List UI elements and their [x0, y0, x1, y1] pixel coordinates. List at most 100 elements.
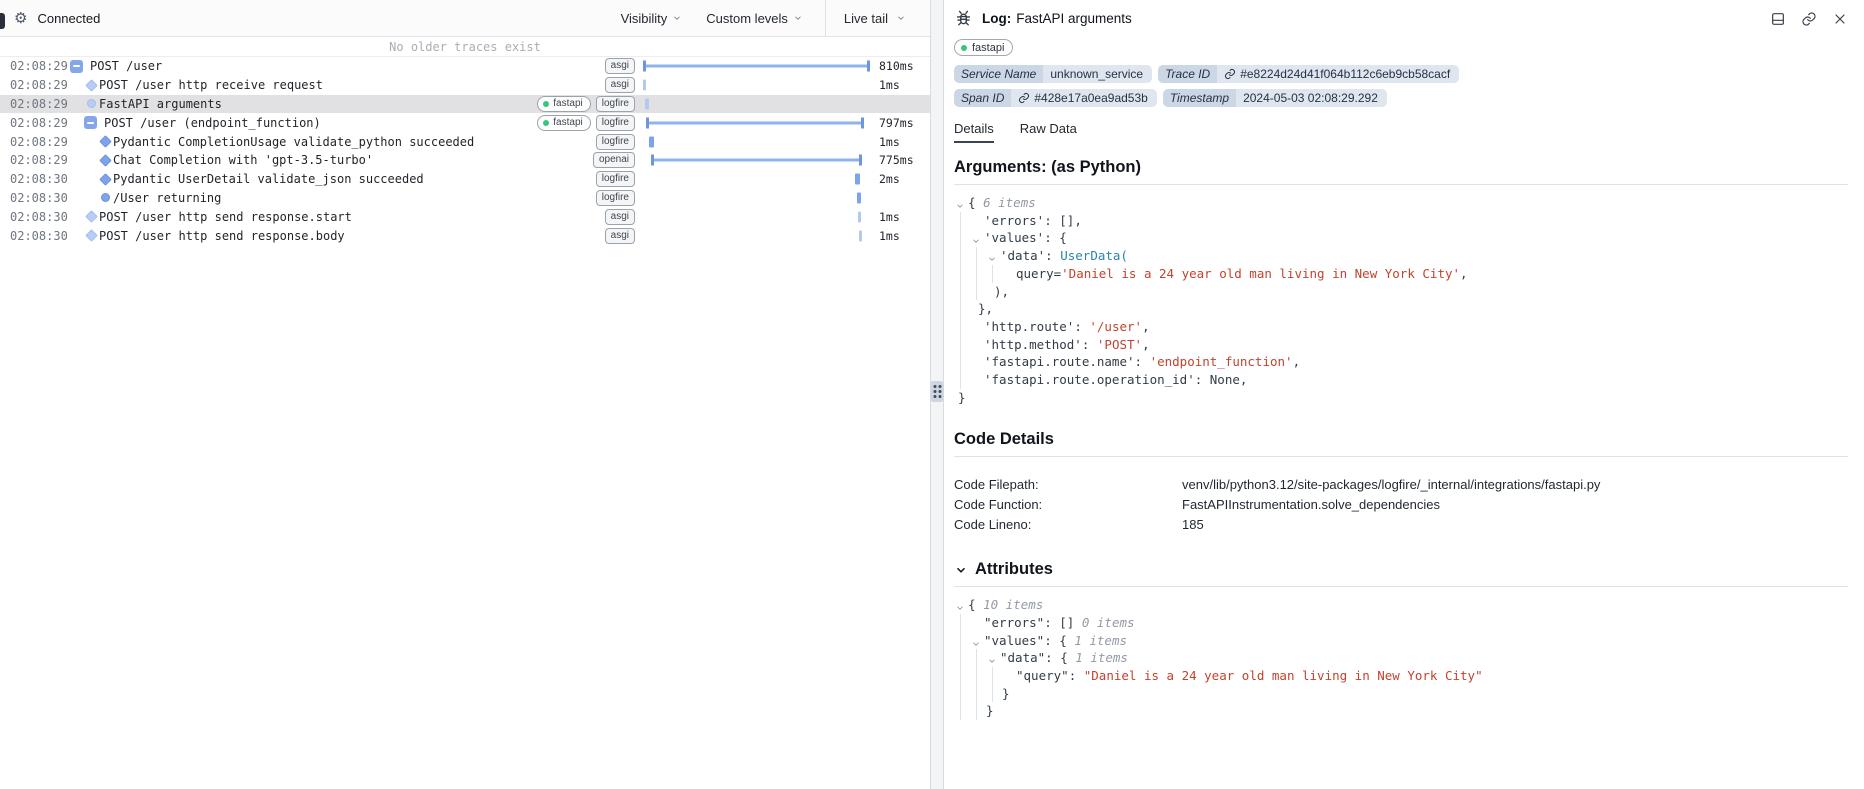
tree-guide — [976, 265, 977, 283]
tree-guide — [976, 283, 977, 301]
trace-timestamp: 02:08:29 — [10, 116, 70, 130]
log-circle-icon — [87, 99, 96, 108]
span-diamond-icon — [99, 135, 112, 148]
bug-icon — [954, 9, 973, 28]
json-line: query='Daniel is a 24 year old man livin… — [954, 265, 1848, 283]
trace-row[interactable]: 02:08:29Pydantic CompletionUsage validat… — [0, 132, 930, 151]
trace-label: POST /user http send response.body — [99, 229, 345, 243]
code-segment: "values" — [984, 633, 1044, 648]
code-segment: 'POST' — [1097, 337, 1142, 352]
trace-row[interactable]: 02:08:29POST /user (endpoint_function)fa… — [0, 113, 930, 132]
duration-bar — [645, 98, 649, 109]
timeline-cell — [643, 151, 870, 170]
service-tag: logfire — [596, 96, 635, 112]
code-segment: }, — [978, 301, 993, 316]
collapse-chevron-icon[interactable] — [971, 636, 981, 646]
trace-timestamp: 02:08:30 — [10, 191, 70, 205]
scope-badge: fastapi — [954, 39, 1013, 56]
visibility-dropdown[interactable]: Visibility — [609, 0, 695, 36]
trace-label: POST /user http receive request — [99, 78, 323, 92]
panel-resize-divider[interactable] — [930, 0, 944, 789]
json-line: } — [954, 685, 1848, 703]
copy-link-icon[interactable] — [1801, 11, 1817, 27]
service-tag: asgi — [605, 209, 635, 225]
code-detail-label: Code Function: — [954, 496, 1182, 515]
trace-label: FastAPI arguments — [99, 97, 222, 111]
link-icon — [1018, 92, 1030, 104]
attributes-title-text: Attributes — [975, 560, 1053, 579]
chip-label: Service Name — [954, 65, 1043, 83]
service-tag: asgi — [605, 77, 635, 93]
trace-row[interactable]: 02:08:30Pydantic UserDetail validate_jso… — [0, 170, 930, 189]
timeline-cell — [643, 207, 870, 226]
chip-value[interactable]: #e8224d24d41f064b112c6eb9cb58cacf — [1217, 65, 1459, 83]
trace-timestamp: 02:08:29 — [10, 59, 70, 73]
trace-label: /User returning — [113, 191, 221, 205]
trace-tags: logfire — [596, 190, 643, 206]
code-segment: "data" — [1000, 650, 1045, 665]
collapse-chevron-icon[interactable] — [987, 653, 997, 663]
collapse-chevron-icon[interactable] — [954, 563, 968, 577]
trace-row[interactable]: 02:08:29POST /userasgi810ms — [0, 57, 930, 76]
span-diamond-icon — [85, 79, 98, 92]
trace-tags: logfire — [596, 134, 643, 150]
code-segment: 'http.method' — [984, 337, 1082, 352]
code-segment: : — [1045, 248, 1060, 263]
settings-gear-icon[interactable]: ⚙ — [14, 11, 27, 26]
collapse-span-icon[interactable] — [84, 116, 97, 129]
chip-label: Timestamp — [1163, 89, 1236, 107]
code-segment: ), — [994, 284, 1009, 299]
service-tag: logfire — [596, 171, 635, 187]
json-line: "data": { 1 items — [954, 649, 1848, 667]
span-diamond-icon — [99, 173, 112, 186]
metadata-chip: Service Nameunknown_service — [954, 65, 1152, 83]
trace-row[interactable]: 02:08:30POST /user http send response.bo… — [0, 226, 930, 245]
live-tail-dropdown[interactable]: Live tail — [825, 0, 930, 36]
trace-row[interactable]: 02:08:29POST /user http receive requesta… — [0, 76, 930, 95]
code-segment: 'Daniel is a 24 year old man living in N… — [1061, 266, 1460, 281]
custom-levels-dropdown[interactable]: Custom levels — [694, 0, 815, 36]
trace-label: POST /user — [90, 59, 162, 73]
section-divider — [954, 184, 1848, 185]
trace-row[interactable]: 02:08:29FastAPI argumentsfastapilogfire — [0, 95, 930, 114]
json-line: 'values': { — [954, 229, 1848, 247]
left-edge-artifact — [0, 13, 5, 29]
trace-row[interactable]: 02:08:29Chat Completion with 'gpt-3.5-tu… — [0, 151, 930, 170]
json-line: } — [954, 389, 1848, 407]
tab-raw-data[interactable]: Raw Data — [1020, 121, 1077, 143]
trace-row[interactable]: 02:08:30POST /user http send response.st… — [0, 207, 930, 226]
collapse-chevron-icon[interactable] — [955, 198, 965, 208]
duration-bar — [859, 230, 862, 241]
trace-row[interactable]: 02:08:30/User returning logfire — [0, 189, 930, 208]
detail-tabs: Details Raw Data — [954, 121, 1848, 143]
python-arguments-tree: { 6 items'errors': [],'values': {'data':… — [954, 194, 1848, 406]
collapse-chevron-icon[interactable] — [955, 600, 965, 610]
collapse-chevron-icon[interactable] — [987, 251, 997, 261]
green-dot-icon — [543, 120, 549, 126]
panel-layout-icon[interactable] — [1770, 11, 1786, 27]
chevron-down-icon — [896, 13, 906, 23]
trace-tags: fastapilogfire — [537, 115, 643, 131]
service-tag: asgi — [605, 58, 635, 74]
code-segment: : — [1082, 337, 1097, 352]
chip-value[interactable]: #428e17a0ea9ad53b — [1011, 89, 1156, 107]
log-title: FastAPI arguments — [1016, 11, 1132, 26]
collapse-span-icon[interactable] — [70, 60, 83, 73]
code-segment: : — [1135, 354, 1150, 369]
duration-bar — [643, 80, 646, 91]
tree-guide — [960, 614, 961, 632]
resize-grip-handle[interactable] — [931, 381, 944, 402]
tree-guide — [960, 336, 961, 354]
duration-bar — [643, 61, 870, 72]
json-line: 'errors': [], — [954, 212, 1848, 230]
span-diamond-icon — [85, 210, 98, 223]
code-detail-value: venv/lib/python3.12/site-packages/logfir… — [1182, 476, 1848, 495]
close-icon[interactable] — [1832, 11, 1848, 27]
tree-guide — [960, 265, 961, 283]
json-line: "values": { 1 items — [954, 632, 1848, 650]
trace-list: 02:08:29POST /userasgi810ms02:08:29POST … — [0, 57, 930, 245]
metadata-chip: Span ID#428e17a0ea9ad53b — [954, 89, 1157, 107]
chip-label: Trace ID — [1158, 65, 1217, 83]
tab-details[interactable]: Details — [954, 121, 994, 143]
collapse-chevron-icon[interactable] — [971, 233, 981, 243]
